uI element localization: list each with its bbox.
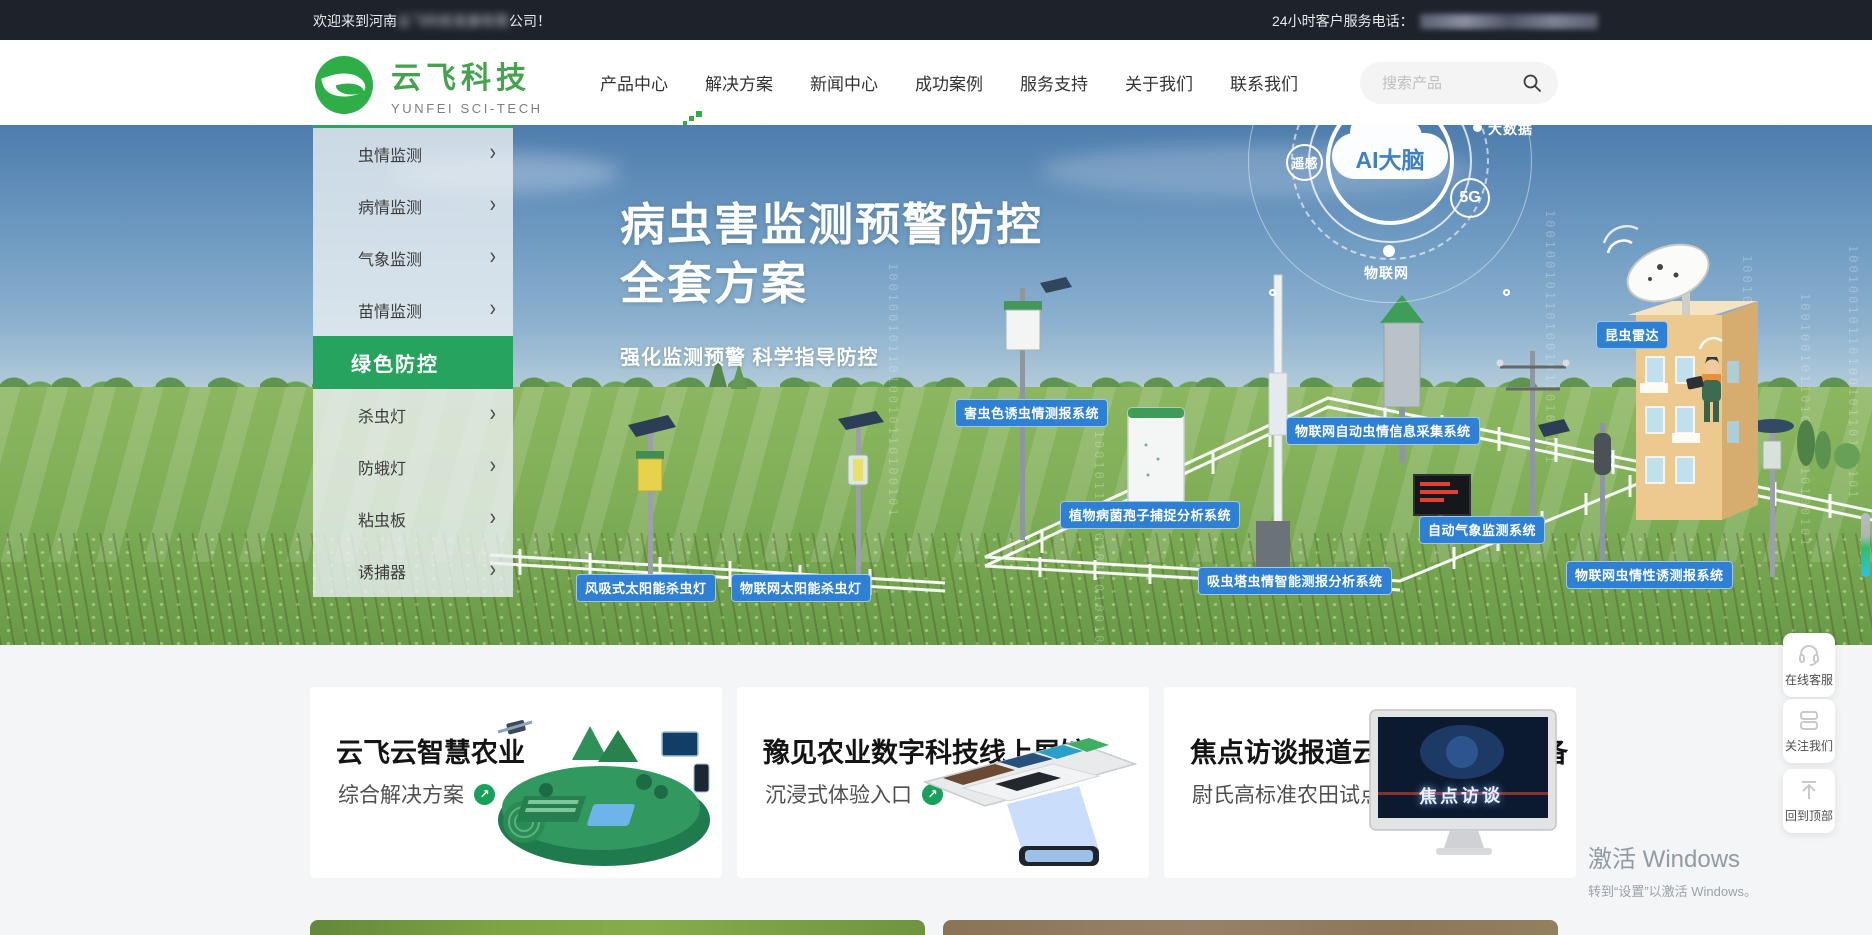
nav-item-solutions[interactable]: 解决方案 xyxy=(705,70,773,95)
cloud-decoration xyxy=(1040,145,1470,197)
menu-item-trap[interactable]: 诱捕器 › xyxy=(313,545,513,597)
logo-text: 云飞科技 YUNFEI SCI-TECH xyxy=(391,53,543,116)
menu-item-sticky-board[interactable]: 粘虫板 › xyxy=(313,493,513,545)
chevron-right-icon: › xyxy=(490,504,496,532)
card-subtitle: 综合解决方案 xyxy=(338,779,464,809)
nav-item-support[interactable]: 服务支持 xyxy=(1020,70,1088,95)
welcome-suffix: 公司！ xyxy=(509,11,551,31)
menu-item-disease-monitoring[interactable]: 病情监测 › xyxy=(313,180,513,232)
back-to-top-button[interactable]: 回到顶部 xyxy=(1783,769,1835,833)
welcome-blurred: 云飞科技发展有限 xyxy=(397,11,509,31)
logo[interactable]: 云飞科技 YUNFEI SCI-TECH xyxy=(315,53,543,116)
welcome-text: 欢迎来到河南云飞科技发展有限公司！ xyxy=(313,11,551,31)
nav-item-about[interactable]: 关于我们 xyxy=(1125,70,1193,95)
chevron-right-icon: › xyxy=(490,243,496,271)
equipment-label: 吸虫塔虫情智能测报分析系统 xyxy=(1198,567,1392,595)
menu-item-insect-monitoring[interactable]: 虫情监测 › xyxy=(313,128,513,180)
chevron-right-icon: › xyxy=(490,452,496,480)
card-focus-report[interactable]: 焦点访谈报道云飞数字植保设备 尉氏高标准农田试点 ↗ 焦点访谈 xyxy=(1164,687,1576,878)
smart-farm-illustration xyxy=(476,704,716,874)
top-bar: 欢迎来到河南云飞科技发展有限公司！ 24小时客户服务电话： xyxy=(0,0,1872,40)
card-subtitle: 沉浸式体验入口 xyxy=(765,779,912,809)
page-scrollbar-thumb[interactable] xyxy=(1861,513,1870,577)
menu-item-seedling-monitoring[interactable]: 苗情监测 › xyxy=(313,284,513,336)
card-online-exhibition[interactable]: 豫见农业数字科技线上展馆 沉浸式体验入口 ↗ xyxy=(737,687,1149,878)
equipment-label: 物联网太阳能杀虫灯 xyxy=(731,574,871,602)
equipment-label: 植物病菌孢子捕捉分析系统 xyxy=(1060,501,1240,529)
menu-item-insect-lamp[interactable]: 杀虫灯 › xyxy=(313,389,513,441)
tv-screen-text: 焦点访谈 xyxy=(1386,781,1536,810)
float-button-label: 在线客服 xyxy=(1785,671,1833,688)
hero-copy: 病虫害监测预警防控 全套方案 强化监测预警 科学指导防控 xyxy=(620,195,1043,370)
service-phone-number-blurred xyxy=(1420,14,1598,29)
menu-item-moth-lamp[interactable]: 防蛾灯 › xyxy=(313,441,513,493)
welcome-prefix: 欢迎来到河南 xyxy=(313,11,397,31)
chevron-right-icon: › xyxy=(490,556,496,584)
card-smart-agriculture[interactable]: 云飞云智慧农业 综合解决方案 ↗ xyxy=(310,687,722,878)
watermark-line1: 激活 Windows xyxy=(1588,839,1757,874)
hero-banner: 1001001011010010110100101 10010010110100… xyxy=(0,125,1872,645)
chevron-right-icon: › xyxy=(490,139,496,167)
online-service-button[interactable]: 在线客服 xyxy=(1783,633,1835,697)
product-mega-menu: 虫情监测 › 病情监测 › 气象监测 › 苗情监测 › 绿色防控 杀虫灯 › 防… xyxy=(313,125,513,597)
menu-item-green-control[interactable]: 绿色防控 xyxy=(313,336,513,389)
equipment-label: 自动气象监测系统 xyxy=(1419,516,1545,544)
main-nav: 产品中心 解决方案 新闻中心 成功案例 服务支持 关于我们 联系我们 xyxy=(600,40,1298,125)
nav-item-news[interactable]: 新闻中心 xyxy=(810,70,878,95)
watermark-line2: 转到“设置”以激活 Windows。 xyxy=(1588,881,1757,900)
logo-subtitle: YUNFEI SCI-TECH xyxy=(391,101,543,116)
bottom-photo-left xyxy=(310,920,925,935)
nav-item-contact[interactable]: 联系我们 xyxy=(1230,70,1298,95)
chevron-right-icon: › xyxy=(490,400,496,428)
nav-item-products[interactable]: 产品中心 xyxy=(600,70,668,95)
service-phone: 24小时客户服务电话： xyxy=(1272,11,1598,31)
site-header: 云飞科技 YUNFEI SCI-TECH 产品中心 解决方案 新闻中心 成功案例… xyxy=(0,40,1872,125)
menu-item-weather-monitoring[interactable]: 气象监测 › xyxy=(313,232,513,284)
logo-leaf-icon xyxy=(315,56,373,114)
equipment-label: 昆虫雷达 xyxy=(1596,321,1668,349)
equipment-label: 物联网虫情性诱测报系统 xyxy=(1566,561,1733,589)
chevron-right-icon: › xyxy=(490,295,496,323)
search-box[interactable] xyxy=(1360,62,1558,104)
scan-icon xyxy=(1797,708,1821,732)
arrow-up-icon xyxy=(1797,778,1821,802)
bottom-photo-right xyxy=(943,920,1558,935)
chevron-right-icon: › xyxy=(490,191,496,219)
hero-subtitle: 强化监测预警 科学指导防控 xyxy=(620,341,1043,370)
exhibition-hall-illustration xyxy=(903,704,1143,874)
logo-title: 云飞科技 xyxy=(391,53,543,97)
search-icon[interactable] xyxy=(1522,73,1542,93)
nav-item-cases[interactable]: 成功案例 xyxy=(915,70,983,95)
service-phone-label: 24小时客户服务电话： xyxy=(1272,11,1414,31)
equipment-label: 害虫色诱虫情测报系统 xyxy=(955,399,1108,427)
equipment-label: 物联网自动虫情信息采集系统 xyxy=(1286,417,1480,445)
windows-activation-watermark: 激活 Windows 转到“设置”以激活 Windows。 xyxy=(1588,839,1757,900)
headset-icon xyxy=(1797,642,1821,666)
hero-title-line1: 病虫害监测预警防控 xyxy=(620,195,1043,254)
equipment-label: 风吸式太阳能杀虫灯 xyxy=(576,574,716,602)
floating-toolbar: 在线客服 关注我们 回到顶部 xyxy=(1783,633,1835,835)
field-rows-decoration xyxy=(0,533,1872,645)
follow-us-button[interactable]: 关注我们 xyxy=(1783,699,1835,763)
float-button-label: 关注我们 xyxy=(1785,737,1833,754)
search-input[interactable] xyxy=(1382,75,1522,92)
float-button-label: 回到顶部 xyxy=(1785,807,1833,824)
hero-title-line2: 全套方案 xyxy=(620,254,1043,313)
